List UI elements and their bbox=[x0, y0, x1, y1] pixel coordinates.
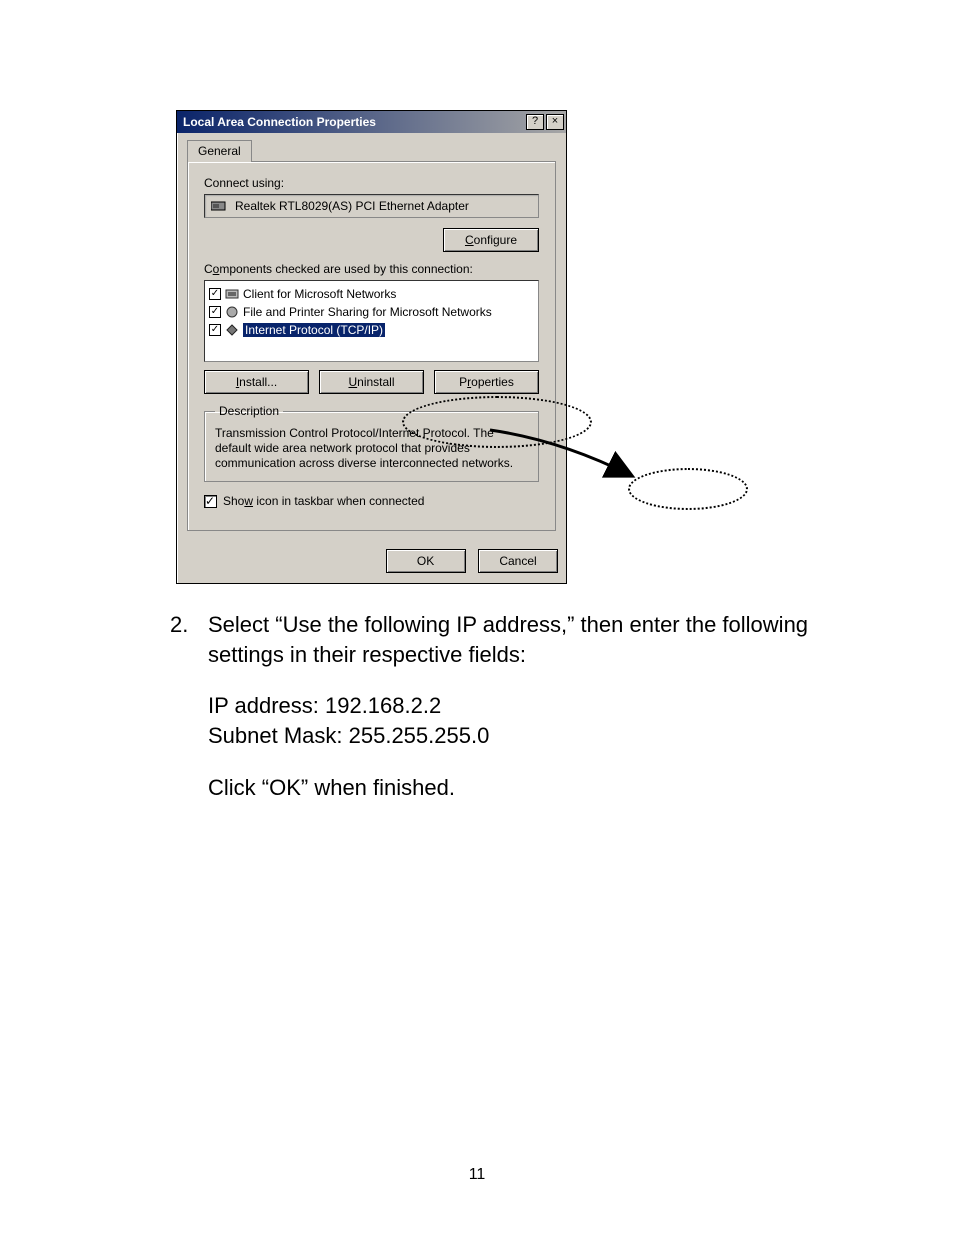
description-text: Transmission Control Protocol/Internet P… bbox=[215, 426, 528, 471]
share-icon bbox=[225, 305, 239, 319]
components-label: Components checked are used by this conn… bbox=[204, 262, 539, 276]
adapter-field: Realtek RTL8029(AS) PCI Ethernet Adapter bbox=[204, 194, 539, 218]
titlebar: Local Area Connection Properties ? × bbox=[177, 111, 566, 133]
dialog-local-area-connection-properties: Local Area Connection Properties ? × Gen… bbox=[176, 110, 567, 584]
document-body: 2. Select “Use the following IP address,… bbox=[170, 610, 810, 824]
annotation-ellipse-properties bbox=[628, 468, 748, 510]
show-icon-label: Show icon in taskbar when connected bbox=[223, 494, 424, 508]
checkbox-icon[interactable]: ✓ bbox=[209, 306, 221, 318]
checkbox-icon[interactable]: ✓ bbox=[209, 288, 221, 300]
show-icon-checkbox[interactable] bbox=[204, 495, 217, 508]
protocol-icon bbox=[225, 323, 239, 337]
list-item-label: File and Printer Sharing for Microsoft N… bbox=[243, 305, 492, 319]
step-number: 2. bbox=[170, 610, 190, 669]
list-item-label-selected: Internet Protocol (TCP/IP) bbox=[243, 323, 385, 337]
ip-address-line: IP address: 192.168.2.2 bbox=[208, 691, 810, 721]
adapter-name: Realtek RTL8029(AS) PCI Ethernet Adapter bbox=[235, 199, 469, 213]
window-title: Local Area Connection Properties bbox=[183, 115, 526, 129]
step-text: Select “Use the following IP address,” t… bbox=[208, 610, 810, 669]
components-listbox[interactable]: ✓ Client for Microsoft Networks ✓ File a… bbox=[204, 280, 539, 362]
network-adapter-icon bbox=[211, 200, 227, 212]
properties-button[interactable]: Properties bbox=[434, 370, 539, 394]
click-ok-line: Click “OK” when finished. bbox=[208, 773, 810, 803]
uninstall-button[interactable]: Uninstall bbox=[319, 370, 424, 394]
tab-general[interactable]: General bbox=[187, 140, 252, 162]
client-icon bbox=[225, 287, 239, 301]
install-button[interactable]: Install... bbox=[204, 370, 309, 394]
cancel-button[interactable]: Cancel bbox=[478, 549, 558, 573]
checkbox-icon[interactable]: ✓ bbox=[209, 324, 221, 336]
list-item[interactable]: ✓ Client for Microsoft Networks bbox=[209, 285, 534, 303]
close-button[interactable]: × bbox=[546, 114, 564, 130]
help-button[interactable]: ? bbox=[526, 114, 544, 130]
page-number: 11 bbox=[0, 1166, 954, 1184]
configure-button[interactable]: Configure bbox=[443, 228, 539, 252]
list-item[interactable]: ✓ File and Printer Sharing for Microsoft… bbox=[209, 303, 534, 321]
subnet-mask-line: Subnet Mask: 255.255.255.0 bbox=[208, 721, 810, 751]
connect-using-label: Connect using: bbox=[204, 176, 539, 190]
ok-button[interactable]: OK bbox=[386, 549, 466, 573]
description-legend: Description bbox=[215, 404, 283, 418]
tab-panel: Connect using: Realtek RTL8029(AS) PCI E… bbox=[187, 161, 556, 531]
list-item[interactable]: ✓ Internet Protocol (TCP/IP) bbox=[209, 321, 534, 339]
list-item-label: Client for Microsoft Networks bbox=[243, 287, 396, 301]
description-group: Description Transmission Control Protoco… bbox=[204, 404, 539, 482]
